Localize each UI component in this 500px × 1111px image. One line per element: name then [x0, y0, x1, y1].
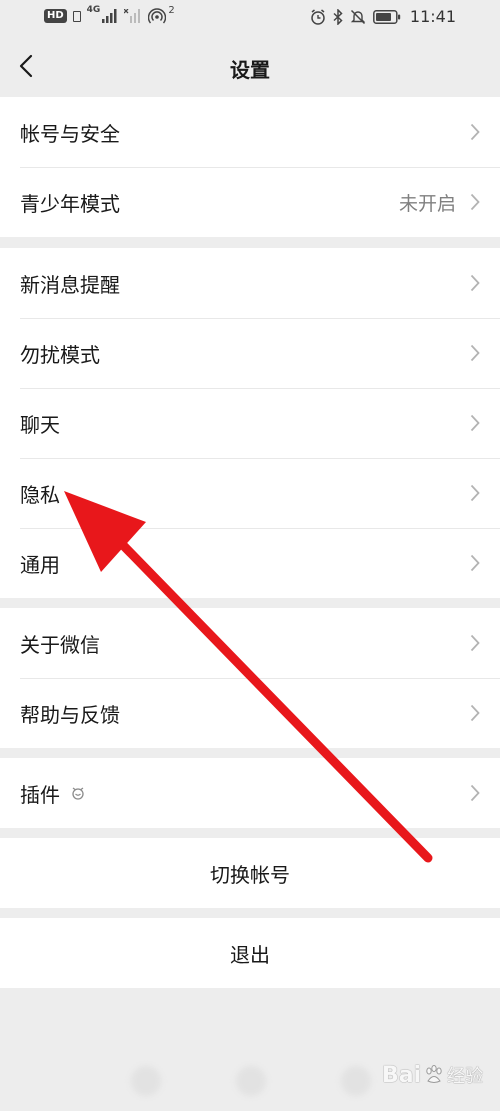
chevron-right-icon [470, 634, 480, 652]
watermark: Bai 经验 [382, 1062, 483, 1088]
settings-item-about[interactable]: 关于微信 [0, 608, 500, 678]
sim-icon [72, 10, 81, 22]
settings-item-label: 帐号与安全 [20, 121, 120, 146]
settings-item-account-security[interactable]: 帐号与安全 [0, 97, 500, 167]
chevron-right-icon [470, 784, 480, 802]
switch-account-button[interactable]: 切换帐号 [0, 838, 500, 908]
chevron-right-icon [470, 554, 480, 572]
hotspot-icon [148, 8, 167, 24]
settings-group-about: 关于微信 帮助与反馈 [0, 608, 500, 748]
watermark-text-left: Bai [382, 1062, 422, 1088]
battery-icon [372, 9, 401, 24]
settings-item-do-not-disturb[interactable]: 勿扰模式 [0, 318, 500, 388]
chevron-right-icon [470, 704, 480, 722]
chevron-right-icon [470, 344, 480, 362]
status-right: 11:41 [310, 7, 456, 26]
settings-item-label: 插件 [20, 782, 60, 807]
blurred-tab-icon [131, 1066, 161, 1096]
logout-label: 退出 [230, 942, 270, 967]
settings-item-privacy[interactable]: 隐私 [0, 458, 500, 528]
logout-button[interactable]: 退出 [0, 918, 500, 988]
switch-account-label: 切换帐号 [210, 862, 290, 887]
settings-group-account: 帐号与安全 青少年模式 未开启 [0, 97, 500, 237]
blurred-tab-icon [236, 1066, 266, 1096]
settings-group-plugins: 插件 [0, 758, 500, 828]
settings-item-value: 未开启 [398, 192, 456, 215]
settings-item-label: 通用 [20, 552, 60, 577]
settings-item-label: 勿扰模式 [20, 342, 100, 367]
status-time: 11:41 [409, 7, 456, 26]
hd-badge: HD [44, 9, 67, 23]
page-title: 设置 [230, 58, 270, 82]
network-type: 4G [86, 5, 101, 15]
settings-item-teen-mode[interactable]: 青少年模式 未开启 [0, 167, 500, 237]
settings-item-label: 帮助与反馈 [20, 702, 120, 727]
chevron-right-icon [470, 193, 480, 211]
settings-item-plugins[interactable]: 插件 [0, 758, 500, 828]
status-left: HD 4G 2 [44, 4, 175, 24]
status-bar: HD 4G 2 11:41 [0, 0, 500, 36]
plugin-badge-icon [72, 787, 84, 800]
paw-icon [426, 1065, 442, 1083]
settings-item-label: 关于微信 [20, 632, 100, 657]
signal-no-sim-icon [124, 9, 141, 23]
settings-item-label: 隐私 [20, 482, 60, 507]
mute-icon [350, 9, 366, 24]
blurred-tab-icon [341, 1066, 371, 1096]
settings-group-general: 新消息提醒 勿扰模式 聊天 隐私 通用 [0, 248, 500, 598]
chevron-right-icon [470, 123, 480, 141]
chevron-right-icon [470, 484, 480, 502]
settings-item-general[interactable]: 通用 [0, 528, 500, 598]
settings-item-chat[interactable]: 聊天 [0, 388, 500, 458]
alarm-icon [311, 8, 325, 25]
settings-item-notifications[interactable]: 新消息提醒 [0, 248, 500, 318]
watermark-text-right: 经验 [447, 1066, 484, 1087]
settings-item-label: 青少年模式 [20, 191, 120, 216]
chevron-right-icon [470, 274, 480, 292]
header: 设置 [0, 36, 500, 97]
signal-icon [102, 9, 117, 23]
settings-item-help-feedback[interactable]: 帮助与反馈 [0, 678, 500, 748]
chevron-right-icon [470, 414, 480, 432]
settings-item-label: 聊天 [20, 412, 60, 437]
bluetooth-icon [333, 8, 343, 25]
settings-item-label: 新消息提醒 [20, 272, 120, 297]
hotspot-count: 2 [168, 4, 175, 16]
